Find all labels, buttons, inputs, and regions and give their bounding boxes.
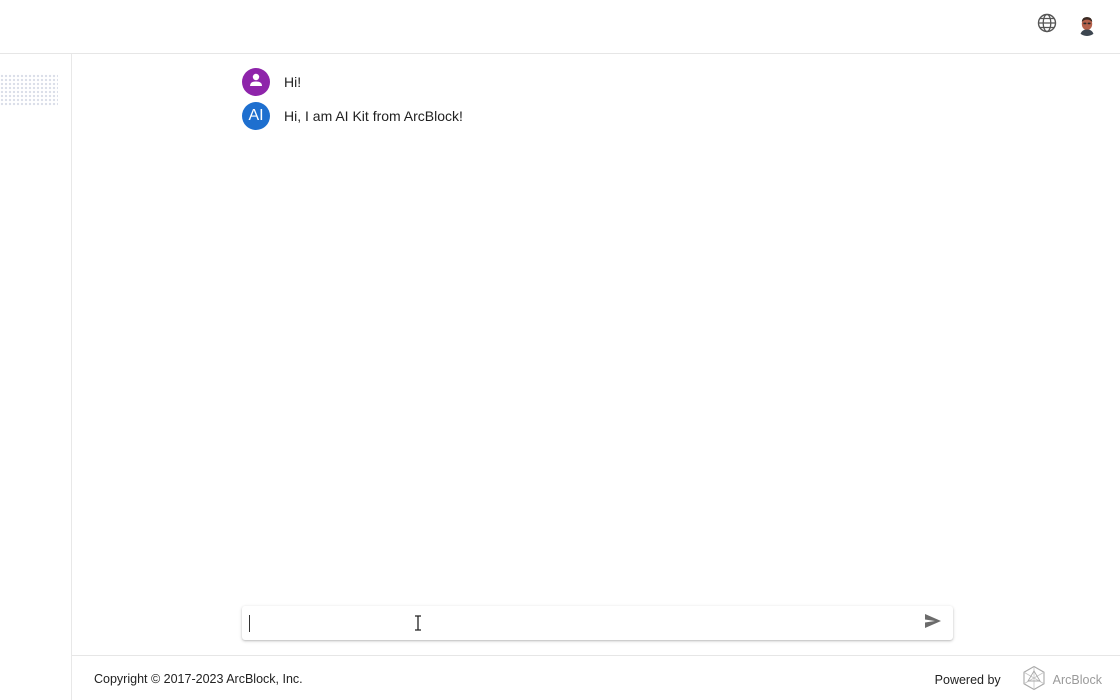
- send-button[interactable]: [923, 613, 943, 633]
- user-avatar-photo: [1076, 14, 1098, 36]
- powered-by: Powered by ArcBlock: [935, 665, 1102, 694]
- header-actions: [1036, 13, 1098, 38]
- text-caret: [249, 615, 250, 632]
- footer: Copyright © 2017-2023 ArcBlock, Inc. Pow…: [72, 655, 1120, 700]
- user-avatar-button[interactable]: [1076, 14, 1098, 36]
- sidebar-logo[interactable]: [0, 74, 58, 106]
- user-avatar: [242, 68, 270, 96]
- message-ai: AI Hi, I am AI Kit from ArcBlock!: [242, 102, 942, 130]
- chat-input[interactable]: [248, 610, 912, 638]
- powered-by-label: Powered by: [934, 672, 1001, 687]
- ai-avatar: AI: [242, 102, 270, 130]
- message-user: Hi!: [242, 68, 942, 96]
- arcblock-brand-text: ArcBlock: [1052, 672, 1102, 687]
- send-icon: [924, 613, 942, 634]
- arcblock-link[interactable]: ArcBlock: [1021, 665, 1102, 694]
- person-icon: [247, 71, 265, 94]
- globe-icon: [1037, 13, 1057, 38]
- message-list: Hi! AI Hi, I am AI Kit from ArcBlock!: [242, 68, 942, 136]
- chat-composer: [242, 606, 953, 640]
- language-button[interactable]: [1036, 13, 1058, 38]
- message-text: Hi!: [284, 74, 302, 90]
- app-root: Hi! AI Hi, I am AI Kit from ArcBlock! Co…: [0, 0, 1120, 700]
- sidebar: [0, 54, 72, 700]
- copyright-text: Copyright © 2017-2023 ArcBlock, Inc.: [94, 672, 303, 686]
- top-header: [0, 0, 1120, 54]
- message-text: Hi, I am AI Kit from ArcBlock!: [284, 108, 463, 124]
- arcblock-logo-icon: [1021, 665, 1047, 694]
- ibeam-cursor-icon: [413, 615, 423, 631]
